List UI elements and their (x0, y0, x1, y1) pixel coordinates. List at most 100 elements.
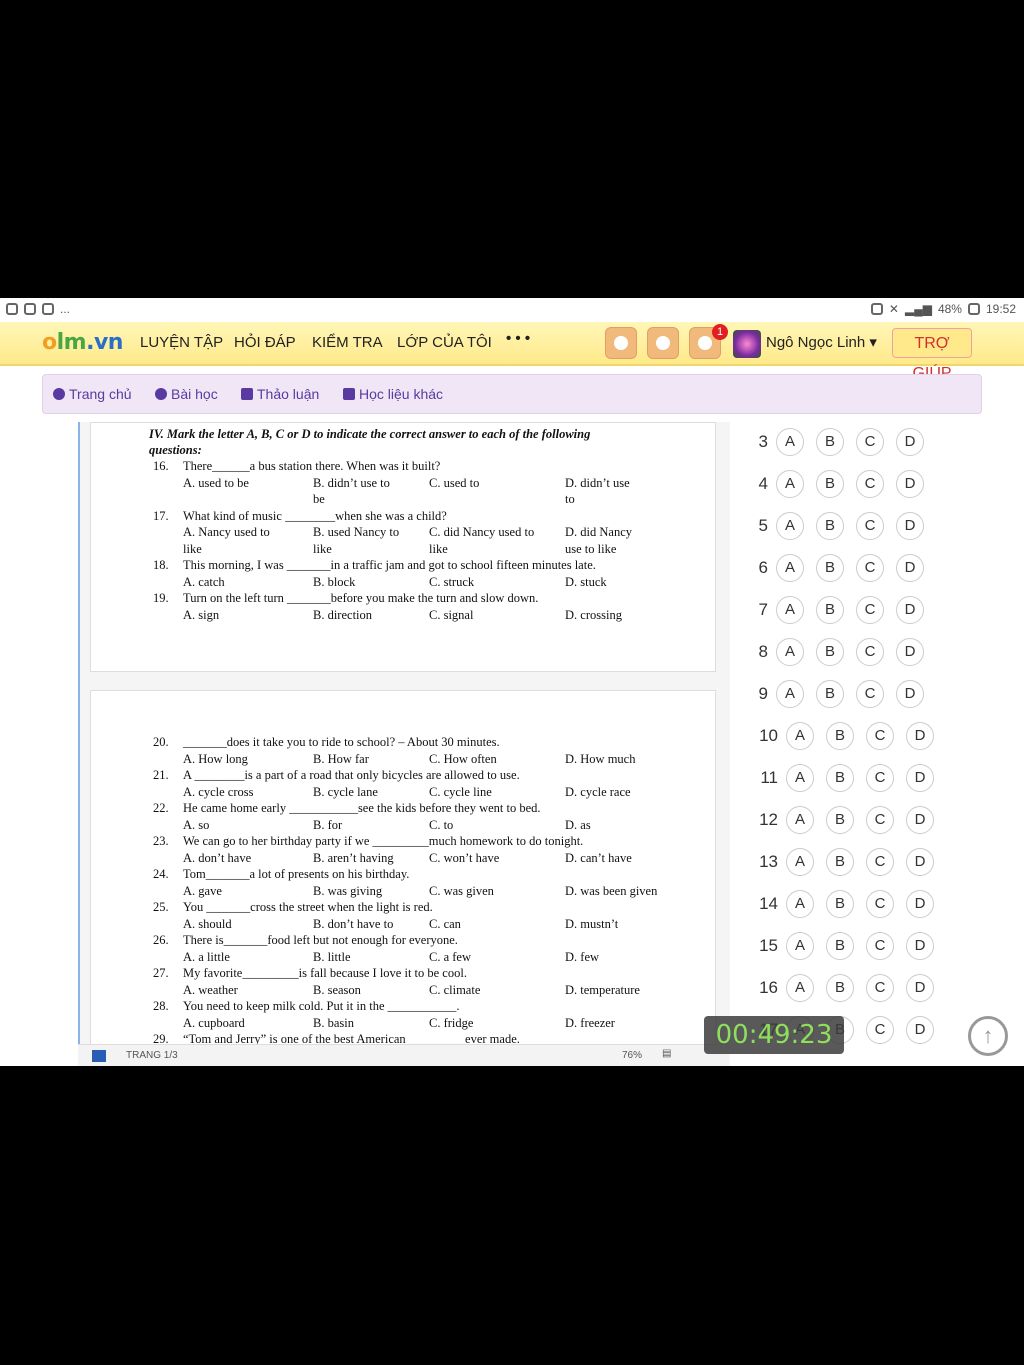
answer-option-c[interactable]: C (856, 470, 884, 498)
nav-hoi-dap[interactable]: HỎI ĐÁP (234, 334, 296, 351)
answer-option-d[interactable]: D (906, 974, 934, 1002)
answer-option-d[interactable]: D (906, 722, 934, 750)
question-number: 24. (153, 867, 169, 881)
answer-option-c[interactable]: C (856, 554, 884, 582)
answer-option-text: C. used to (429, 475, 480, 490)
answer-option-a[interactable]: A (786, 806, 814, 834)
answer-option-text: B. season (313, 982, 361, 997)
answer-option-a[interactable]: A (776, 596, 804, 624)
answer-option-b[interactable]: B (816, 596, 844, 624)
answer-option-text: A. cycle cross (183, 784, 254, 799)
answer-row: 12 A B C D (740, 806, 970, 836)
answer-option-d[interactable]: D (906, 764, 934, 792)
crumb-lessons[interactable]: Bài học (155, 386, 218, 402)
answer-option-b[interactable]: B (826, 932, 854, 960)
document-page-1: IV. Mark the letter A, B, C or D to indi… (90, 422, 716, 672)
answer-option-c[interactable]: C (866, 890, 894, 918)
answer-option-b[interactable]: B (816, 428, 844, 456)
answer-option-c[interactable]: C (866, 848, 894, 876)
crumb-home[interactable]: Trang chủ (53, 386, 132, 402)
answer-option-c[interactable]: C (866, 722, 894, 750)
question-text: There______a bus station there. When was… (183, 459, 441, 473)
answer-option-d[interactable]: D (906, 1016, 934, 1044)
answer-option-text: C. struck (429, 574, 475, 589)
answer-option-d[interactable]: D (896, 596, 924, 624)
answer-option-b[interactable]: B (816, 680, 844, 708)
question-text: You _______cross the street when the lig… (183, 900, 433, 914)
document-viewer[interactable]: IV. Mark the letter A, B, C or D to indi… (78, 422, 730, 1066)
answer-option-b[interactable]: B (826, 764, 854, 792)
answer-option-a[interactable]: A (786, 848, 814, 876)
answer-option-c[interactable]: C (866, 806, 894, 834)
answer-option-d[interactable]: D (906, 848, 934, 876)
answer-option-c[interactable]: C (856, 428, 884, 456)
crumb-discussion[interactable]: Thảo luận (241, 386, 319, 402)
answer-option-c[interactable]: C (866, 764, 894, 792)
answer-option-b[interactable]: B (826, 848, 854, 876)
answer-option-d[interactable]: D (896, 554, 924, 582)
answer-row: 5ABCD (740, 512, 970, 542)
answer-option-text: A. should (183, 916, 232, 931)
nav-more-button[interactable]: • • • (506, 330, 530, 347)
answer-option-d[interactable]: D (906, 890, 934, 918)
question-text: Turn on the left turn _______before you … (183, 591, 539, 605)
share-icon (343, 388, 355, 400)
arrow-up-circle-icon[interactable]: ↑ (968, 1016, 1008, 1056)
answer-option-a[interactable]: A (786, 932, 814, 960)
friends-icon[interactable] (605, 327, 637, 359)
answer-row: 6ABCD (740, 554, 970, 584)
answer-option-a[interactable]: A (776, 638, 804, 666)
answer-option-text: C. a few (429, 949, 471, 964)
answer-option-d[interactable]: D (896, 470, 924, 498)
answer-option-b[interactable]: B (826, 974, 854, 1002)
answer-option-b[interactable]: B (826, 722, 854, 750)
answer-option-b[interactable]: B (816, 512, 844, 540)
layout-icon[interactable]: ▤ (662, 1048, 671, 1059)
answer-option-c[interactable]: C (866, 974, 894, 1002)
crumb-resources[interactable]: Học liệu khác (343, 386, 443, 402)
answer-option-b[interactable]: B (816, 470, 844, 498)
help-button[interactable]: TRỢ GIÚP (892, 328, 972, 382)
answer-option-a[interactable]: A (776, 512, 804, 540)
nav-kiem-tra[interactable]: KIỂM TRA (312, 334, 383, 351)
answer-option-a[interactable]: A (776, 428, 804, 456)
answer-option-a[interactable]: A (786, 890, 814, 918)
answer-option-d[interactable]: D (896, 512, 924, 540)
answer-option-a[interactable]: A (776, 680, 804, 708)
nav-lop-cua-toi[interactable]: LỚP CỦA TÔI (397, 334, 492, 351)
answer-option-d[interactable]: D (896, 638, 924, 666)
answer-option-b[interactable]: B (816, 554, 844, 582)
nav-luyen-tap[interactable]: LUYỆN TẬP (140, 334, 223, 351)
answer-option-text: D. can’t have (565, 850, 632, 865)
question-text: He came home early ___________see the ki… (183, 801, 541, 815)
answer-option-text: B. How far (313, 751, 369, 766)
answer-option-d[interactable]: D (906, 932, 934, 960)
document-status-bar: TRANG 1/3 76% ▤ (78, 1044, 728, 1066)
chat-icon[interactable] (647, 327, 679, 359)
answer-option-b[interactable]: B (826, 806, 854, 834)
answer-option-c[interactable]: C (856, 680, 884, 708)
answer-option-text: D. cycle race (565, 784, 631, 799)
answer-option-a[interactable]: A (786, 764, 814, 792)
question-number: 7 (758, 600, 768, 619)
word-icon (92, 1050, 106, 1062)
answer-option-c[interactable]: C (866, 932, 894, 960)
answer-option-c[interactable]: C (856, 638, 884, 666)
answer-option-a[interactable]: A (786, 974, 814, 1002)
answer-option-c[interactable]: C (856, 596, 884, 624)
answer-option-a[interactable]: A (786, 722, 814, 750)
user-menu[interactable]: Ngô Ngọc Linh ▾ (766, 333, 877, 351)
avatar[interactable] (733, 330, 761, 358)
answer-row: 9ABCD (740, 680, 970, 710)
answer-option-b[interactable]: B (816, 638, 844, 666)
site-logo[interactable]: olm.vn (42, 330, 123, 355)
answer-option-d[interactable]: D (906, 806, 934, 834)
answer-option-d[interactable]: D (896, 428, 924, 456)
answer-option-a[interactable]: A (776, 470, 804, 498)
answer-option-b[interactable]: B (826, 890, 854, 918)
answer-option-c[interactable]: C (856, 512, 884, 540)
answer-option-c[interactable]: C (866, 1016, 894, 1044)
answer-option-text: C. climate (429, 982, 481, 997)
answer-option-a[interactable]: A (776, 554, 804, 582)
answer-option-d[interactable]: D (896, 680, 924, 708)
